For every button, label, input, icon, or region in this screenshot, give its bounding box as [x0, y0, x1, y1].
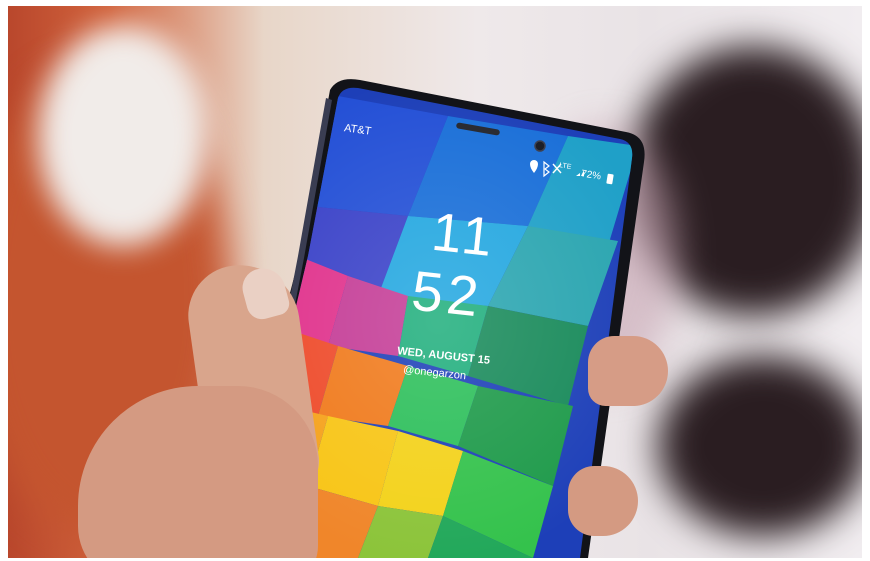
clock-minute: 52 [408, 258, 486, 329]
hand-finger-bottom [568, 466, 638, 536]
front-camera-icon [534, 140, 546, 152]
photo: AT&T LTE 72% 11 52 WED, AUGUST 15 @onega… [8, 6, 862, 558]
clock-hour: 11 [429, 201, 500, 269]
hand-finger-top [588, 336, 668, 406]
